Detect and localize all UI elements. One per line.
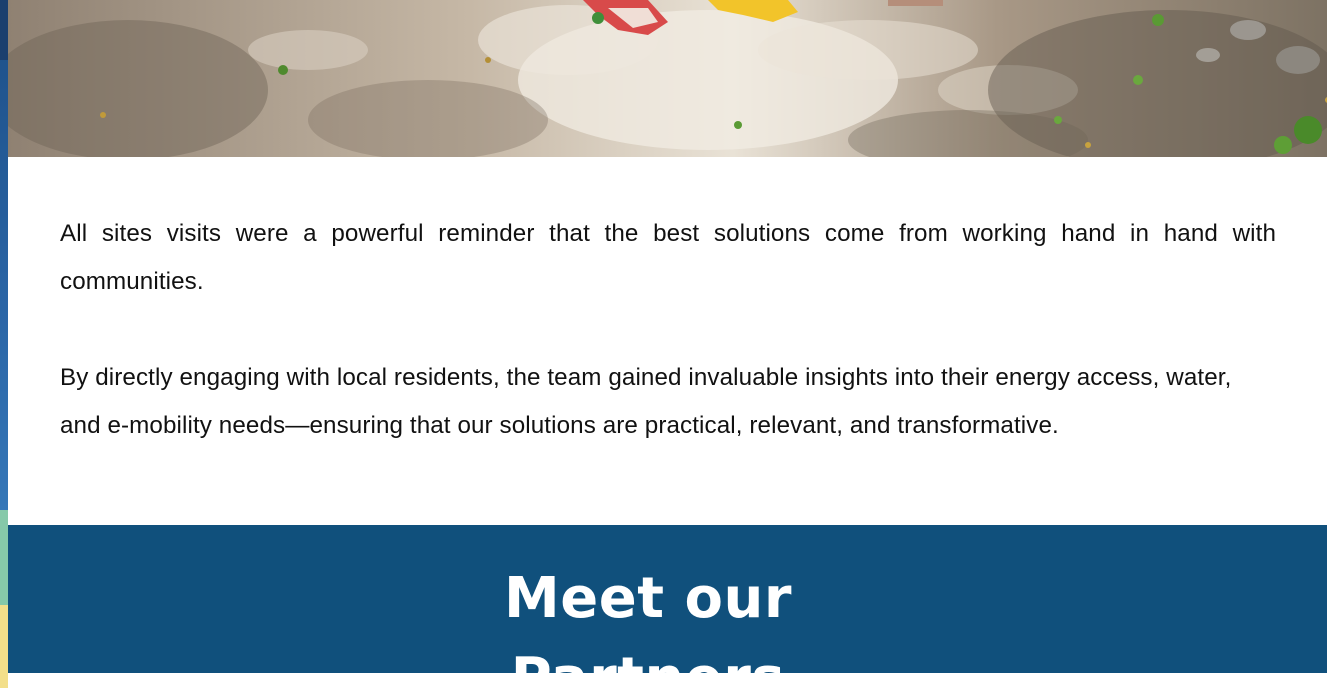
partners-heading: Meet our Partners <box>504 566 792 688</box>
site-visit-summary: All sites visits were a powerful reminde… <box>60 210 1276 450</box>
paragraph-community-reminder: All sites visits were a powerful reminde… <box>60 220 1276 295</box>
site-visit-photo <box>8 0 1327 157</box>
side-decoration-strip <box>0 0 8 688</box>
paragraph-engagement-insights: By directly engaging with local resident… <box>60 364 1232 439</box>
section-divider <box>8 673 1327 688</box>
partners-section-banner: Meet our Partners <box>8 525 1327 688</box>
